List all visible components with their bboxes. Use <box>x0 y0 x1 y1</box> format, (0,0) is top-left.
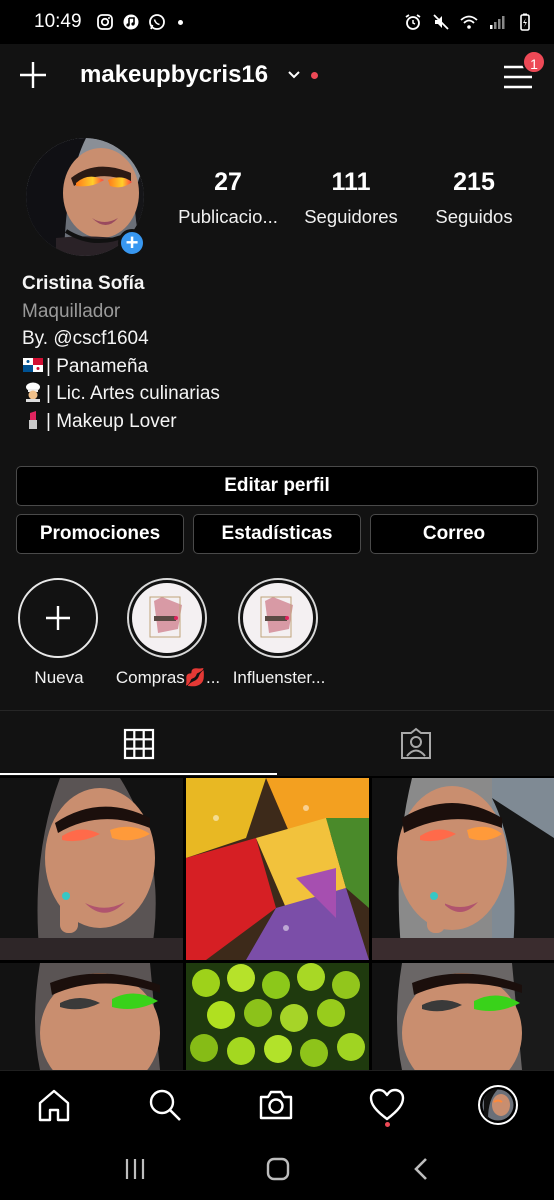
panama-flag-icon <box>23 357 43 372</box>
stat-following[interactable]: 215 Seguidos <box>414 168 534 228</box>
activity-notification-dot <box>385 1122 390 1127</box>
nav-camera[interactable] <box>256 1085 296 1125</box>
post-thumbnail[interactable] <box>372 778 554 960</box>
heart-icon <box>369 1088 405 1121</box>
post-thumbnail[interactable] <box>186 778 369 960</box>
tab-tagged[interactable] <box>277 711 554 777</box>
home-icon <box>38 1089 70 1122</box>
recent-apps-icon[interactable] <box>120 1154 150 1184</box>
post-thumbnail[interactable] <box>372 963 554 1070</box>
profile-category: Maquillador <box>22 300 121 322</box>
followers-label: Seguidores <box>304 206 398 227</box>
camera-icon <box>259 1090 293 1120</box>
nav-activity[interactable] <box>367 1085 407 1125</box>
highlight-ring <box>238 578 318 658</box>
menu-notification-badge: 1 <box>522 50 546 74</box>
search-icon <box>149 1089 181 1121</box>
add-story-plus-icon[interactable]: + <box>118 229 146 257</box>
profile-bio: Cristina Sofía Maquillador By. @cscf1604… <box>22 270 542 435</box>
highlight-label: Influenster... <box>232 668 326 687</box>
tab-grid[interactable] <box>0 711 277 777</box>
promotions-button[interactable]: Promociones <box>16 514 184 554</box>
new-post-plus-icon[interactable] <box>16 58 50 92</box>
account-notification-dot <box>311 72 318 79</box>
highlight-label: Compras💋... <box>115 668 221 687</box>
post-thumbnail[interactable] <box>186 963 369 1070</box>
bio-nationality: | Panameña <box>46 355 149 377</box>
post-thumbnail[interactable] <box>0 778 183 960</box>
bottom-navigation <box>0 1070 554 1136</box>
bio-studies: | Lic. Artes culinarias <box>46 383 220 404</box>
posts-grid <box>0 778 554 1070</box>
nav-profile[interactable] <box>478 1085 518 1125</box>
bio-line-studies: | Lic. Artes culinarias <box>22 380 542 408</box>
highlight-ring <box>127 578 207 658</box>
edit-profile-button[interactable]: Editar perfil <box>16 466 538 506</box>
home-button-icon[interactable] <box>263 1154 293 1184</box>
post-thumbnail[interactable] <box>0 963 183 1070</box>
highlight-compras[interactable]: Compras💋... <box>116 578 220 687</box>
chevron-down-icon[interactable] <box>287 68 301 82</box>
profile-header: makeupbycris16 1 <box>0 44 554 108</box>
lipstick-icon <box>29 410 37 429</box>
wifi-icon <box>460 15 478 29</box>
highlight-new[interactable]: Nueva <box>18 578 100 687</box>
chef-icon <box>26 382 40 402</box>
followers-count: 111 <box>331 168 371 196</box>
bio-mention-line[interactable]: By. @cscf1604 <box>22 325 542 353</box>
mute-icon <box>433 14 449 30</box>
insights-button[interactable]: Estadísticas <box>193 514 361 554</box>
highlight-label: Nueva <box>34 668 84 687</box>
highlight-cover <box>243 583 313 653</box>
highlight-cover-art <box>149 596 182 638</box>
music-notification-icon <box>123 14 139 30</box>
profile-tabs <box>0 710 554 776</box>
instagram-notification-icon <box>96 14 113 30</box>
alarm-icon <box>405 14 421 30</box>
account-username[interactable]: makeupbycris16 <box>80 61 268 89</box>
profile-name: Cristina Sofía <box>22 273 145 294</box>
profile-avatar <box>478 1085 518 1125</box>
highlight-cover-art <box>260 596 293 638</box>
status-bar: 10:49 <box>0 0 554 44</box>
tagged-person-icon <box>400 727 431 759</box>
back-icon[interactable] <box>407 1154 437 1184</box>
posts-label: Publicacio... <box>178 206 278 227</box>
plus-icon <box>46 606 70 630</box>
following-label: Seguidos <box>435 206 513 227</box>
bio-line-nationality: | Panameña <box>22 353 542 381</box>
grid-icon <box>123 728 154 760</box>
status-time: 10:49 <box>34 11 82 32</box>
stat-posts[interactable]: 27 Publicacio... <box>168 168 288 228</box>
highlight-new-ring <box>18 578 98 658</box>
bio-mention[interactable]: By. @cscf1604 <box>22 328 149 349</box>
highlight-influenster[interactable]: Influenster... <box>233 578 325 687</box>
following-count: 215 <box>453 168 495 196</box>
nav-search[interactable] <box>145 1085 185 1125</box>
whatsapp-notification-icon <box>148 14 165 30</box>
bio-makeup: | Makeup Lover <box>46 410 177 432</box>
bio-line-makeup: | Makeup Lover <box>22 408 542 436</box>
active-tab-indicator <box>0 773 277 775</box>
stat-followers[interactable]: 111 Seguidores <box>291 168 411 228</box>
highlight-cover <box>132 583 202 653</box>
more-notifications-dot <box>177 19 183 25</box>
posts-count: 27 <box>214 168 242 196</box>
battery-icon <box>520 13 530 31</box>
system-navigation-bar <box>0 1136 554 1200</box>
email-button[interactable]: Correo <box>370 514 538 554</box>
signal-icon <box>490 16 505 29</box>
nav-home[interactable] <box>34 1085 74 1125</box>
